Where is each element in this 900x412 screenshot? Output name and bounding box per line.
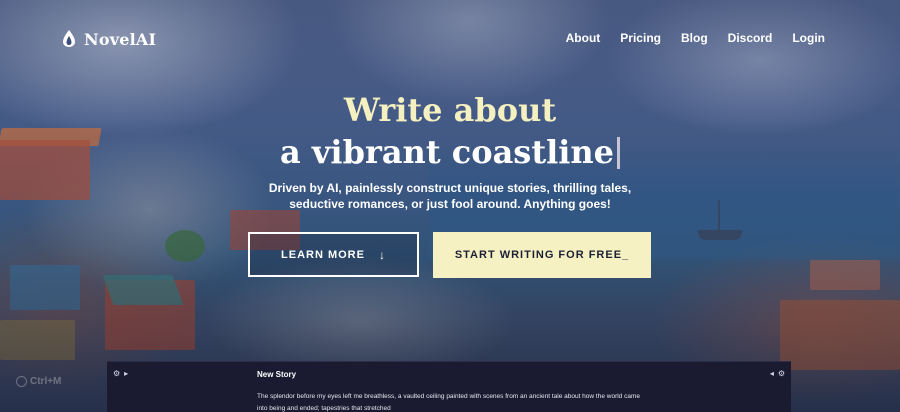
text-cursor-caret: [617, 137, 621, 169]
top-nav: About Pricing Blog Discord Login: [566, 31, 825, 45]
editor-text-line-1: The splendor before my eyes left me brea…: [257, 393, 640, 400]
nav-link-about[interactable]: About: [566, 31, 601, 45]
brand-logo[interactable]: NovelAI: [62, 29, 156, 49]
editor-text-line-2: into being and ended; tapestries that st…: [257, 405, 391, 412]
nav-link-pricing[interactable]: Pricing: [620, 31, 661, 45]
shortcut-hint-text: Ctrl+M: [30, 376, 62, 387]
brand-name: NovelAI: [84, 29, 157, 49]
chevron-left-icon[interactable]: ◂: [770, 369, 774, 378]
hero-headline-line-1: Write about: [343, 91, 557, 129]
editor-story-title: New Story: [257, 370, 297, 379]
editor-story-text: The splendor before my eyes left me brea…: [257, 391, 687, 412]
quill-icon: [63, 30, 75, 47]
editor-left-controls: ⚙ ▸: [113, 369, 128, 378]
hero-headline-typed-text: a vibrant coastline: [279, 133, 615, 171]
learn-more-label: LEARN MORE: [281, 248, 365, 261]
chevron-right-icon[interactable]: ▸: [124, 369, 128, 378]
nav-link-discord[interactable]: Discord: [728, 31, 773, 45]
nav-link-login[interactable]: Login: [792, 31, 825, 45]
editor-right-controls: ◂ ⚙: [770, 369, 785, 378]
nav-link-blog[interactable]: Blog: [681, 31, 708, 45]
learn-more-button[interactable]: LEARN MORE ↓: [248, 232, 419, 277]
arrow-down-icon: ↓: [378, 247, 386, 262]
hero-headline-line-2: a vibrant coastline: [0, 133, 900, 171]
hero-subtitle-line-2: seductive romances, or just fool around.…: [289, 197, 611, 211]
editor-preview-panel: ⚙ ▸ New Story The splendor before my eye…: [107, 361, 791, 412]
hero-subtitle-line-1: Driven by AI, painlessly construct uniqu…: [268, 181, 632, 195]
start-writing-button[interactable]: START WRITING FOR FREE_: [433, 232, 651, 278]
keyboard-hint-icon: [16, 376, 27, 387]
settings-icon[interactable]: ⚙: [113, 369, 120, 378]
gear-icon[interactable]: ⚙: [778, 369, 785, 378]
shortcut-hint: Ctrl+M: [16, 376, 61, 387]
